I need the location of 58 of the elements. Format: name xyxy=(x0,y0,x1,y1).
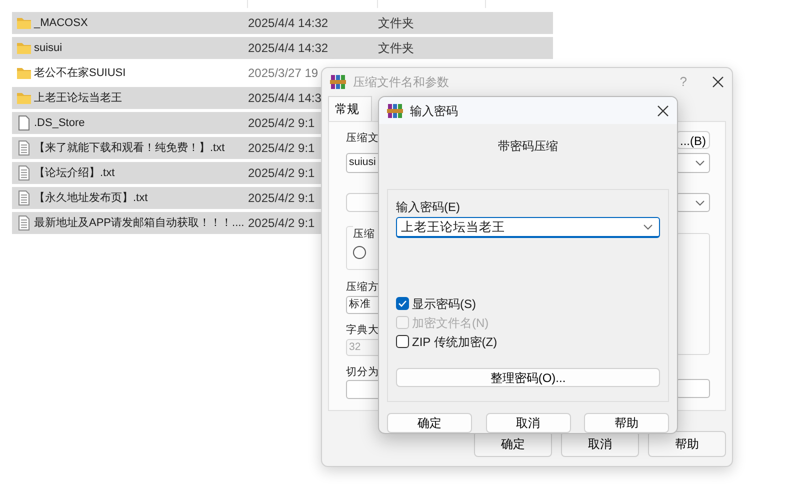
books-icon xyxy=(387,102,403,118)
file-name: 老公不在家SUIUSI xyxy=(34,66,127,81)
file-row[interactable]: suisui 2025/4/4 14:32 文件夹 xyxy=(12,37,553,59)
file-row[interactable]: _MACOSX 2025/4/4 14:32 文件夹 xyxy=(12,12,553,34)
field-label: 切分为 xyxy=(346,365,379,380)
file-name: 【论坛介绍】.txt xyxy=(34,166,116,181)
radio-button[interactable] xyxy=(353,246,366,259)
dialog-button[interactable]: 确定 xyxy=(387,413,472,433)
dialog-button[interactable]: 帮助 xyxy=(584,413,669,433)
checkbox[interactable] xyxy=(396,297,409,310)
file-name: 最新地址及APP请发邮箱自动获取！！！.... xyxy=(34,216,246,231)
chevron-icon[interactable] xyxy=(695,198,705,208)
text-file-icon xyxy=(16,190,32,206)
chevron-icon[interactable] xyxy=(643,222,653,232)
modified-date: 2025/4/2 9:1 xyxy=(248,166,315,180)
file-name: 上老王论坛当老王 xyxy=(34,90,123,106)
close-icon[interactable] xyxy=(657,105,669,118)
input-field[interactable] xyxy=(676,379,710,398)
text-file-icon xyxy=(16,215,32,231)
file-icon xyxy=(16,115,32,131)
file-name: .DS_Store xyxy=(34,116,86,131)
modified-date: 2025/3/27 19 xyxy=(248,66,318,80)
checkbox-label: 加密文件名(N) xyxy=(412,314,489,332)
file-type: 文件夹 xyxy=(378,40,414,57)
modified-date: 2025/4/2 9:1 xyxy=(248,216,315,230)
dropdown-field[interactable] xyxy=(676,153,710,173)
password-field[interactable]: 上老王论坛当老王 xyxy=(396,217,660,238)
file-name: 【来了就能下载和观看！纯免费！】.txt xyxy=(34,140,226,156)
dialog-button[interactable]: 取消 xyxy=(486,413,570,433)
browse-button[interactable]: (B)... xyxy=(676,131,710,149)
text-file-icon xyxy=(16,165,32,181)
tab[interactable]: 常规 xyxy=(328,96,372,121)
text-file-icon xyxy=(16,140,32,156)
checkbox-label[interactable]: ZIP 传统加密(Z) xyxy=(412,332,498,350)
checkbox[interactable] xyxy=(396,335,409,348)
folder-icon xyxy=(16,15,32,31)
dropdown-field[interactable] xyxy=(676,193,710,212)
file-type: 文件夹 xyxy=(378,15,414,32)
books-icon xyxy=(330,74,346,90)
folder-icon xyxy=(16,65,32,81)
folder-icon xyxy=(16,40,32,56)
modified-date: 2025/4/4 14:3 xyxy=(248,91,322,105)
modified-date: 2025/4/4 14:32 xyxy=(248,16,328,30)
modified-date: 2025/4/2 9:1 xyxy=(248,191,315,205)
checkbox-label[interactable]: 显示密码(S) xyxy=(412,294,476,312)
file-name: _MACOSX xyxy=(34,16,89,31)
file-name: 【永久地址发布页】.txt xyxy=(34,190,149,206)
folder-icon xyxy=(16,90,32,106)
field-label: 压缩方 xyxy=(346,280,379,295)
field-label: 字典大 xyxy=(346,323,379,338)
modified-date: 2025/4/4 14:32 xyxy=(248,41,328,55)
modified-date: 2025/4/2 9:1 xyxy=(248,116,315,130)
file-name: suisui xyxy=(34,40,64,56)
organize-passwords-button[interactable]: 整理密码(O)... xyxy=(396,368,660,387)
close-icon[interactable] xyxy=(712,76,724,88)
modified-date: 2025/4/2 9:1 xyxy=(248,141,315,155)
dialog-button[interactable]: 帮助 xyxy=(648,431,726,457)
chevron-icon[interactable] xyxy=(695,158,705,168)
